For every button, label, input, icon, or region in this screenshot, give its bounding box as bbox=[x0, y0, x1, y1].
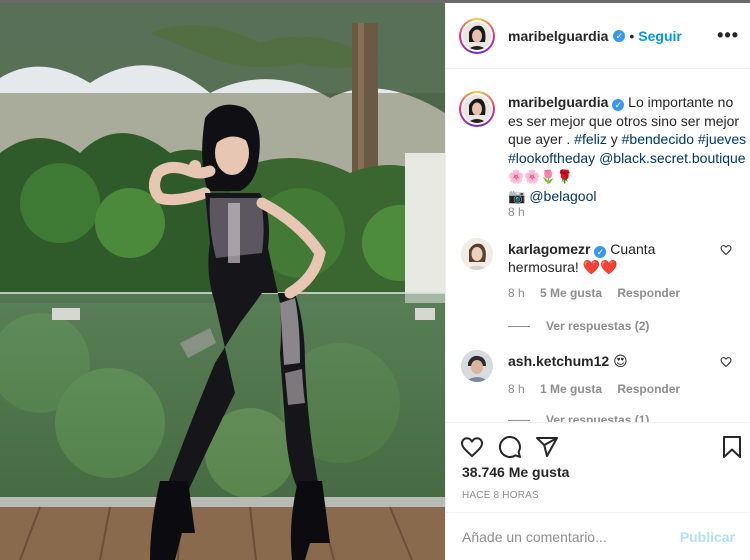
author-username[interactable]: maribelguardia bbox=[508, 28, 608, 44]
caption-time: 8 h bbox=[508, 205, 525, 219]
author-avatar-image bbox=[463, 21, 491, 50]
more-horizontal-icon[interactable]: ••• bbox=[717, 25, 739, 46]
post-photo[interactable] bbox=[0, 3, 445, 560]
comment-input[interactable] bbox=[462, 528, 680, 545]
comment-likes[interactable]: 1 Me gusta bbox=[540, 382, 602, 396]
hashtag-bendecido[interactable]: #bendecido bbox=[622, 131, 694, 147]
comment-text: ash.ketchum12 😍 bbox=[508, 352, 718, 370]
follow-button[interactable]: Seguir bbox=[638, 28, 682, 44]
caption-conjunction: y bbox=[610, 131, 618, 147]
caption-emojis: 🌸🌸🌷🌹 bbox=[508, 169, 573, 184]
caption-username[interactable]: maribelguardia bbox=[508, 94, 608, 110]
view-replies-button[interactable]: Ver respuestas (2) bbox=[508, 319, 649, 333]
caption-text: maribelguardia ✓ Lo importante no es ser… bbox=[508, 93, 748, 205]
comment-time: 8 h bbox=[508, 286, 525, 300]
separator-dot: • bbox=[629, 27, 635, 44]
camera-icon: 📷 bbox=[508, 187, 526, 204]
comment-time: 8 h bbox=[508, 382, 525, 396]
comment-emoji: 😍 bbox=[613, 353, 628, 369]
comment-meta: 8 h 1 Me gusta Responder bbox=[508, 382, 692, 396]
hashtag-feliz[interactable]: #feliz bbox=[574, 131, 607, 147]
view-replies-label: Ver respuestas (1) bbox=[546, 413, 650, 422]
post-photo-image bbox=[0, 3, 445, 560]
verified-badge-icon: ✓ bbox=[594, 246, 607, 258]
reply-button[interactable]: Responder bbox=[617, 382, 680, 396]
comment-text: karlagomezr ✓ Cuanta hermosura! ❤️❤️ bbox=[508, 240, 718, 276]
verified-badge-icon: ✓ bbox=[612, 99, 625, 111]
comments-list[interactable]: maribelguardia ✓ Lo importante no es ser… bbox=[446, 70, 750, 422]
comment-icon[interactable] bbox=[498, 435, 522, 459]
bookmark-icon[interactable] bbox=[720, 435, 744, 459]
commenter-avatar[interactable] bbox=[461, 350, 493, 382]
mention-boutique[interactable]: @black.secret.boutique bbox=[599, 150, 746, 166]
hashtag-jueves[interactable]: #jueves bbox=[698, 131, 746, 147]
post-header: maribelguardia ✓ • Seguir ••• bbox=[446, 3, 750, 69]
heart-icon[interactable] bbox=[720, 356, 732, 368]
author-avatar[interactable] bbox=[459, 17, 495, 54]
comment-box: Publicar bbox=[446, 512, 750, 560]
caption-avatar-image bbox=[463, 95, 491, 123]
commenter-username[interactable]: ash.ketchum12 bbox=[508, 353, 609, 369]
verified-badge-icon: ✓ bbox=[613, 29, 626, 42]
view-replies-button[interactable]: Ver respuestas (1) bbox=[508, 413, 649, 422]
comment-meta: 8 h 5 Me gusta Responder bbox=[508, 286, 692, 300]
mention-photographer[interactable]: @belagool bbox=[529, 188, 596, 204]
commenter-username[interactable]: karlagomezr bbox=[508, 241, 590, 257]
view-replies-label: Ver respuestas (2) bbox=[546, 319, 650, 333]
post-side-panel: maribelguardia ✓ • Seguir ••• maribelgua… bbox=[445, 3, 750, 560]
reply-button[interactable]: Responder bbox=[617, 286, 680, 300]
hashtag-lookoftheday[interactable]: #lookoftheday bbox=[508, 150, 595, 166]
comment-likes[interactable]: 5 Me gusta bbox=[540, 286, 602, 300]
publish-button[interactable]: Publicar bbox=[680, 529, 735, 545]
comment-emoji: ❤️❤️ bbox=[582, 259, 618, 275]
heart-icon[interactable] bbox=[460, 435, 484, 459]
likes-count[interactable]: 38.746 Me gusta bbox=[462, 464, 569, 480]
post-actions: 38.746 Me gusta HACE 8 HORAS bbox=[446, 422, 750, 512]
caption-avatar[interactable] bbox=[459, 91, 495, 127]
heart-icon[interactable] bbox=[720, 244, 732, 256]
share-icon[interactable] bbox=[535, 435, 559, 459]
post-time: HACE 8 HORAS bbox=[462, 490, 539, 501]
commenter-avatar[interactable] bbox=[461, 238, 493, 270]
